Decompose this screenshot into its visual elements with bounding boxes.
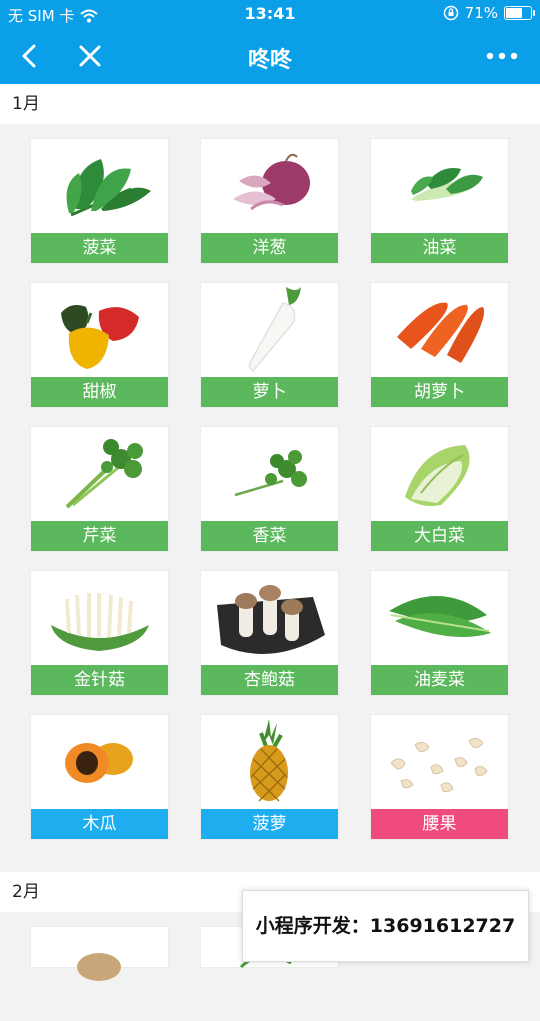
king-oyster-mushroom-icon [217,585,325,654]
produce-label: 胡萝卜 [371,377,508,407]
produce-card-radish[interactable]: 萝卜 [201,283,338,407]
produce-card-napa-cabbage[interactable]: 大白菜 [371,427,508,551]
produce-label: 香菜 [201,521,338,551]
produce-card-celery[interactable]: 芹菜 [31,427,168,551]
produce-card-enoki-mushroom[interactable]: 金针菇 [31,571,168,695]
cashew-icon [390,737,488,793]
produce-label: 金针菇 [31,665,168,695]
produce-card-bell-pepper[interactable]: 甜椒 [31,283,168,407]
leaf-lettuce-icon [389,595,491,637]
spinach-icon [66,159,151,217]
produce-label: 腰果 [371,809,508,839]
produce-label: 洋葱 [201,233,338,263]
pineapple-icon [250,719,288,802]
produce-label: 大白菜 [371,521,508,551]
bell-pepper-icon [61,305,139,369]
enoki-mushroom-icon [51,593,149,651]
papaya-icon [65,743,133,783]
produce-card-bok-choy[interactable]: 油菜 [371,139,508,263]
battery-icon [504,6,535,20]
produce-label: 菠萝 [201,809,338,839]
status-right: 71% [443,4,535,22]
coriander-icon [234,450,307,497]
rotation-lock-icon [443,5,458,21]
napa-cabbage-icon [405,445,470,506]
celery-icon [65,439,143,509]
produce-card-coriander[interactable]: 香菜 [201,427,338,551]
section-title-january: 1月 [0,84,540,124]
produce-image [77,953,121,981]
produce-card-king-oyster-mushroom[interactable]: 杏鲍菇 [201,571,338,695]
page-title: 咚咚 [247,48,292,73]
produce-label: 芹菜 [31,521,168,551]
produce-label: 萝卜 [201,377,338,407]
nav-bar: 咚咚 [0,28,540,84]
produce-card-pineapple[interactable]: 菠萝 [201,715,338,839]
produce-card-carrot[interactable]: 胡萝卜 [371,283,508,407]
produce-label: 木瓜 [31,809,168,839]
carrot-icon [397,302,485,363]
produce-label: 油麦菜 [371,665,508,695]
produce-card-spinach[interactable]: 菠菜 [31,139,168,263]
produce-card-onion[interactable]: 洋葱 [201,139,338,263]
produce-label: 杏鲍菇 [201,665,338,695]
produce-label: 油菜 [371,233,508,263]
produce-label: 甜椒 [31,377,168,407]
produce-label: 菠菜 [31,233,168,263]
radish-icon [248,287,301,372]
produce-card[interactable] [31,927,168,981]
onion-icon [233,153,310,211]
produce-card-cashew[interactable]: 腰果 [371,715,508,839]
bok-choy-icon [411,168,483,201]
battery-percent: 71% [464,4,498,22]
promo-banner[interactable]: 小程序开发：13691612727 [242,890,529,962]
produce-card-papaya[interactable]: 木瓜 [31,715,168,839]
more-icon[interactable] [484,42,520,70]
produce-card-leaf-lettuce[interactable]: 油麦菜 [371,571,508,695]
status-bar: 无 SIM 卡 13:41 71% [0,0,540,28]
